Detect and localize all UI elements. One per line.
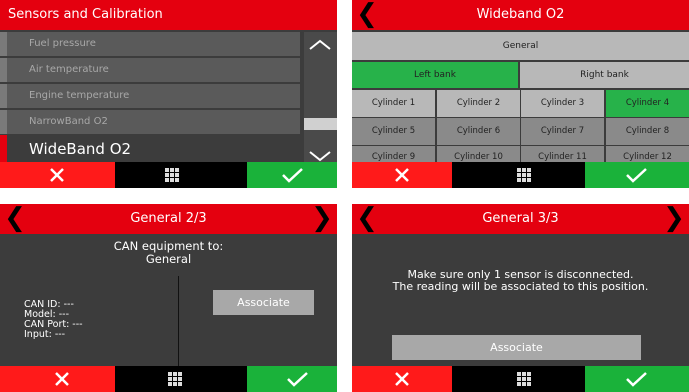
cylinder-8[interactable]: Cylinder 8 [606, 118, 689, 145]
general-3-3-panel: ❮ General 3/3 ❯ Make sure only 1 sensor … [352, 204, 689, 392]
title-bar: Sensors and Calibration [0, 0, 337, 30]
title-bar: ❮ General 3/3 ❯ [352, 204, 689, 234]
footer-bar [0, 162, 337, 188]
left-bank-option[interactable]: Left bank [352, 62, 518, 88]
menu-button[interactable] [165, 168, 180, 183]
grid-icon [168, 372, 182, 386]
confirm-button[interactable] [247, 162, 337, 188]
sensors-calibration-panel: Sensors and Calibration Fuel pressure Ai… [0, 0, 337, 188]
footer-bar [352, 366, 689, 392]
panel-title: General 2/3 [130, 211, 207, 226]
cancel-button[interactable] [352, 162, 452, 188]
scrollbar[interactable] [304, 32, 337, 163]
chevron-right-icon: ❯ [663, 204, 685, 233]
can-info: CAN ID: --- Model: --- CAN Port: --- Inp… [24, 300, 83, 340]
right-bank-option[interactable]: Right bank [520, 62, 689, 88]
check-icon [287, 372, 308, 387]
cylinder-11[interactable]: Cylinder 11 [521, 146, 604, 162]
close-icon [395, 372, 409, 386]
cylinder-7[interactable]: Cylinder 7 [521, 118, 604, 145]
panel-title: General 3/3 [482, 211, 559, 226]
associate-button[interactable]: Associate [213, 290, 314, 315]
chevron-up-icon [309, 39, 331, 50]
title-bar: ❮ General 2/3 ❯ [0, 204, 337, 234]
cancel-button[interactable] [0, 162, 115, 188]
list-item-wideband-o2[interactable]: WideBand O2 [0, 135, 300, 163]
menu-button[interactable] [168, 372, 183, 387]
cylinder-6[interactable]: Cylinder 6 [437, 118, 520, 145]
cylinder-1[interactable]: Cylinder 1 [352, 90, 435, 117]
next-button[interactable]: ❯ [309, 204, 335, 234]
footer-bar [352, 162, 689, 188]
cylinder-12[interactable]: Cylinder 12 [606, 146, 689, 162]
associate-button[interactable]: Associate [392, 335, 641, 360]
scroll-up-button[interactable] [304, 34, 337, 56]
grid-icon [165, 168, 179, 182]
instruction-line2: The reading will be associated to this p… [392, 280, 649, 293]
general-2-3-panel: ❮ General 2/3 ❯ CAN equipment to: Genera… [0, 204, 337, 392]
list-item-engine-temperature[interactable]: Engine temperature [0, 84, 300, 108]
check-icon [282, 168, 303, 183]
cylinder-9[interactable]: Cylinder 9 [352, 146, 435, 162]
cylinder-3[interactable]: Cylinder 3 [521, 90, 604, 117]
chevron-right-icon: ❯ [311, 204, 333, 233]
close-icon [55, 372, 69, 386]
cylinder-4[interactable]: Cylinder 4 [606, 90, 689, 117]
grid-icon [517, 372, 531, 386]
check-icon [626, 372, 647, 387]
title-bar: ❮ Wideband O2 [352, 0, 689, 30]
divider [178, 276, 179, 368]
list-item-narrowband-o2[interactable]: NarrowBand O2 [0, 110, 300, 134]
close-icon [50, 168, 64, 182]
list-item-air-temperature[interactable]: Air temperature [0, 58, 300, 82]
wideband-o2-panel: ❮ Wideband O2 General Left bank Right ba… [352, 0, 689, 188]
instruction-text: Make sure only 1 sensor is disconnected.… [352, 269, 689, 293]
cancel-button[interactable] [0, 366, 115, 392]
menu-button[interactable] [517, 168, 532, 183]
close-icon [395, 168, 409, 182]
panel-title: Sensors and Calibration [8, 7, 163, 22]
confirm-button[interactable] [247, 366, 337, 392]
list-item-fuel-pressure[interactable]: Fuel pressure [0, 32, 300, 56]
general-option[interactable]: General [352, 32, 689, 60]
footer-bar [0, 366, 337, 392]
next-button[interactable]: ❯ [661, 204, 687, 234]
cylinder-10[interactable]: Cylinder 10 [437, 146, 520, 162]
check-icon [626, 168, 647, 183]
confirm-button[interactable] [585, 162, 689, 188]
input-label: Input: --- [24, 329, 66, 340]
can-equipment-heading: CAN equipment to: General [0, 240, 337, 266]
confirm-button[interactable] [585, 366, 689, 392]
scroll-thumb[interactable] [304, 118, 337, 130]
cancel-button[interactable] [352, 366, 452, 392]
can-equipment-line2: General [145, 252, 192, 266]
cylinder-2[interactable]: Cylinder 2 [437, 90, 520, 117]
grid-icon [517, 168, 531, 182]
menu-button[interactable] [517, 372, 532, 387]
panel-title: Wideband O2 [476, 7, 565, 22]
cylinder-5[interactable]: Cylinder 5 [352, 118, 435, 145]
